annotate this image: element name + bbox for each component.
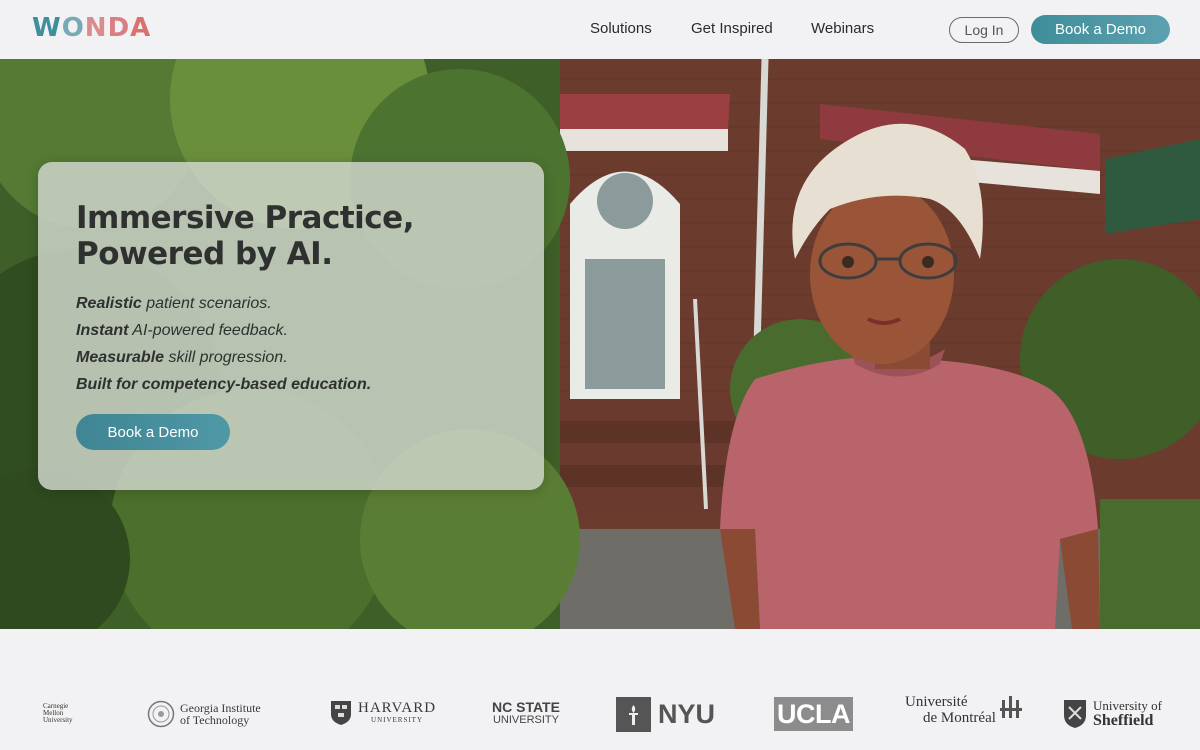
logo-letter-d: D bbox=[107, 13, 131, 43]
bullet-strong: Realistic bbox=[76, 295, 142, 312]
montreal-logo: Université de Montréal bbox=[905, 694, 1024, 726]
gatech-line-2: of Technology bbox=[180, 713, 250, 727]
university-logos bbox=[0, 629, 1200, 750]
bullet-rest: AI-powered feedback. bbox=[128, 322, 288, 339]
sheffield-crest-icon bbox=[1064, 700, 1086, 728]
bullet-rest: skill progression. bbox=[164, 349, 288, 366]
georgia-tech-seal-icon bbox=[147, 700, 175, 728]
wonda-logo[interactable]: W O N D A bbox=[32, 13, 151, 43]
georgia-tech-logo: Georgia Institute of Technology bbox=[147, 700, 261, 728]
hero-title-line-2: Powered by AI. bbox=[76, 236, 333, 272]
hero-title-line-1: Immersive Practice, bbox=[76, 200, 414, 236]
nav-solutions[interactable]: Solutions bbox=[590, 20, 652, 37]
book-demo-header-button[interactable]: Book a Demo bbox=[1031, 15, 1170, 44]
sheffield-line-1: University of bbox=[1093, 698, 1162, 713]
cmu-logo: Carnegie Mellon University bbox=[43, 703, 73, 724]
login-button[interactable]: Log In bbox=[949, 17, 1019, 43]
montreal-line-2: de Montréal bbox=[923, 710, 996, 726]
nav-get-inspired[interactable]: Get Inspired bbox=[691, 20, 773, 37]
nyu-name: NYU bbox=[658, 699, 716, 729]
logo-letter-a: A bbox=[130, 13, 152, 43]
cmu-line-3: University bbox=[43, 716, 73, 724]
harvard-name: HARVARD bbox=[358, 700, 437, 716]
hero-title: Immersive Practice, Powered by AI. bbox=[76, 200, 414, 272]
hero-section: Immersive Practice, Powered by AI. Reali… bbox=[0, 59, 1200, 629]
nyu-logo: NYU bbox=[616, 697, 715, 732]
nc-state-logo: NC STATE UNIVERSITY bbox=[492, 700, 560, 727]
hero-bullets: Realistic patient scenarios. Instant AI-… bbox=[76, 290, 371, 398]
nyu-torch-icon bbox=[616, 697, 651, 732]
harvard-logo: HARVARD UNIVERSITY bbox=[330, 700, 436, 726]
sheffield-line-2: Sheffield bbox=[1093, 712, 1154, 729]
montreal-emblem-icon bbox=[999, 696, 1022, 718]
bullet-realistic: Realistic patient scenarios. bbox=[76, 290, 371, 317]
book-demo-hero-button[interactable]: Book a Demo bbox=[76, 414, 230, 450]
logo-letter-o: O bbox=[61, 13, 85, 43]
ncstate-university: UNIVERSITY bbox=[492, 714, 559, 726]
bullet-competency: Built for competency-based education. bbox=[76, 371, 371, 398]
bullet-strong: Measurable bbox=[76, 349, 165, 366]
bullet-strong: Built for competency-based education. bbox=[76, 376, 372, 393]
montreal-line-1: Université bbox=[905, 694, 968, 710]
bullet-instant: Instant AI-powered feedback. bbox=[76, 317, 371, 344]
logo-letter-n: N bbox=[84, 13, 108, 43]
harvard-university: UNIVERSITY bbox=[371, 716, 424, 724]
bullet-rest: patient scenarios. bbox=[141, 295, 272, 312]
ucla-logo: UCLA bbox=[774, 697, 853, 731]
nav-webinars[interactable]: Webinars bbox=[811, 20, 874, 37]
logo-letter-w: W bbox=[32, 13, 62, 43]
bullet-strong: Instant bbox=[76, 322, 129, 339]
bullet-measurable: Measurable skill progression. bbox=[76, 344, 371, 371]
harvard-shield-icon bbox=[331, 701, 351, 725]
ncstate-name: NC STATE bbox=[492, 699, 560, 715]
site-header: W O N D A Solutions Get Inspired Webinar… bbox=[0, 0, 1200, 59]
ucla-name: UCLA bbox=[774, 697, 853, 731]
sheffield-logo: University of Sheffield bbox=[1063, 699, 1162, 729]
hero-card: Immersive Practice, Powered by AI. Reali… bbox=[38, 162, 544, 490]
